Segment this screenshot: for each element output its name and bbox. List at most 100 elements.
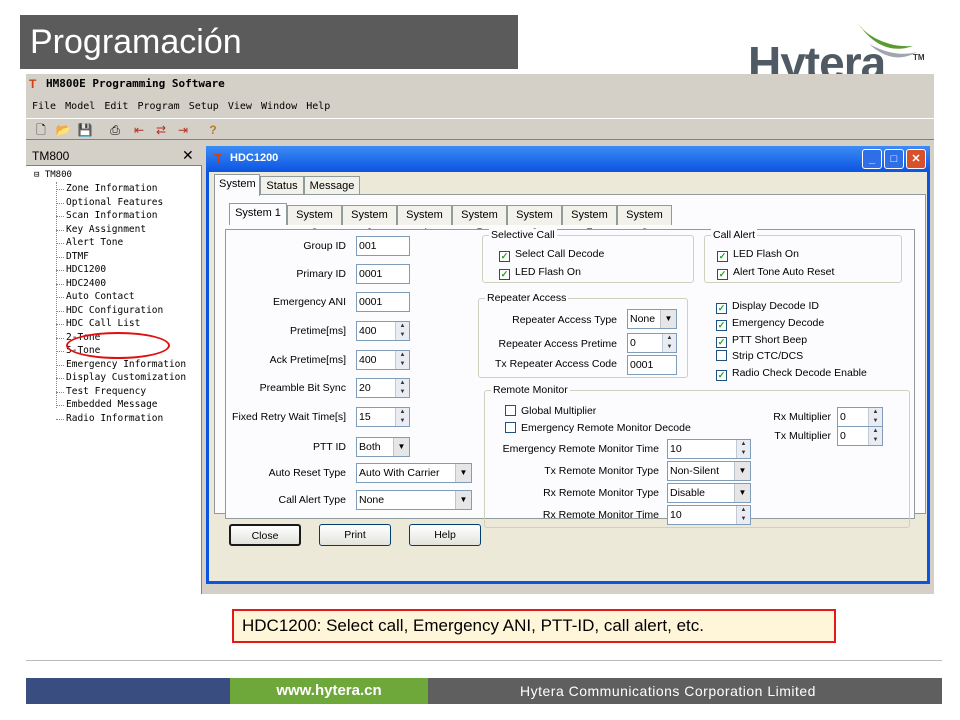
repeater-code-input[interactable]: 0001 xyxy=(627,355,677,375)
app-titlebar[interactable]: T HM800E Programming Software xyxy=(26,74,934,96)
tx-multiplier-stepper[interactable]: 0 ▲ ▼ xyxy=(837,426,883,446)
menu-edit[interactable]: Edit xyxy=(104,98,128,116)
spin-arrows-icon[interactable]: ▲ ▼ xyxy=(395,408,409,426)
menu-view[interactable]: View xyxy=(228,98,252,116)
emergency-ani-input[interactable]: 0001 xyxy=(356,292,410,312)
subtab-system-3[interactable]: System 3 xyxy=(342,205,397,239)
tree-item-dtmf[interactable]: DTMF xyxy=(66,250,89,263)
display-decode-id-checkbox[interactable]: ✓ Display Decode ID xyxy=(716,300,819,314)
write-icon[interactable]: ⇥ xyxy=(174,121,192,139)
tree-item-alert-tone[interactable]: Alert Tone xyxy=(66,236,123,249)
spin-arrows-icon[interactable]: ▲ ▼ xyxy=(868,427,882,445)
tree-item-embedded-message[interactable]: Embedded Message xyxy=(66,398,158,411)
subtab-system-8[interactable]: System 8 xyxy=(617,205,672,239)
print-icon[interactable]: ⎙ xyxy=(106,121,124,139)
tree-item-hdc1200[interactable]: HDC1200 xyxy=(66,263,106,276)
subtab-system-6[interactable]: System 6 xyxy=(507,205,562,239)
chevron-down-icon[interactable]: ▼ xyxy=(455,464,471,482)
chevron-down-icon[interactable]: ▼ xyxy=(734,462,750,480)
preamble-stepper[interactable]: 20 ▲ ▼ xyxy=(356,378,410,398)
tree-item-auto-contact[interactable]: Auto Contact xyxy=(66,290,135,303)
retry-wait-stepper[interactable]: 15 ▲ ▼ xyxy=(356,407,410,427)
tree-item-radio-information[interactable]: Radio Information xyxy=(66,412,163,425)
emergency-decode-checkbox[interactable]: ✓ Emergency Decode xyxy=(716,317,824,331)
save-icon[interactable]: 💾 xyxy=(76,121,94,139)
subtab-system-5[interactable]: System 5 xyxy=(452,205,507,239)
tree-item-hdc-call-list[interactable]: HDC Call List xyxy=(66,317,140,330)
ack-pretime-stepper[interactable]: 400 ▲ ▼ xyxy=(356,350,410,370)
alert-tone-reset-checkbox[interactable]: ✓ Alert Tone Auto Reset xyxy=(717,266,834,280)
spin-arrows-icon[interactable]: ▲ ▼ xyxy=(395,322,409,340)
emergency-monitor-decode-checkbox[interactable]: Emergency Remote Monitor Decode xyxy=(505,422,691,435)
rx-monitor-time-stepper[interactable]: 10 ▲ ▼ xyxy=(667,505,751,525)
group-id-input[interactable]: 001 xyxy=(356,236,410,256)
subtab-system-1[interactable]: System 1 xyxy=(229,203,287,225)
call-alert-type-select[interactable]: None ▼ xyxy=(356,490,472,510)
tree-root[interactable]: ⊟ TM800 xyxy=(34,170,72,180)
spin-arrows-icon[interactable]: ▲ ▼ xyxy=(395,379,409,397)
close-icon[interactable]: ✕ xyxy=(906,149,926,169)
tree-item-optional-features[interactable]: Optional Features xyxy=(66,196,163,209)
tree-item-hdc2400[interactable]: HDC2400 xyxy=(66,277,106,290)
tab-system[interactable]: System xyxy=(214,174,260,196)
spin-arrows-icon[interactable]: ▲ ▼ xyxy=(736,440,750,458)
help-button[interactable]: Help xyxy=(409,524,481,546)
spin-arrows-icon[interactable]: ▲ ▼ xyxy=(868,408,882,426)
tx-monitor-type-select[interactable]: Non-Silent ▼ xyxy=(667,461,751,481)
global-multiplier-checkbox[interactable]: Global Multiplier xyxy=(505,405,596,418)
chevron-down-icon[interactable]: ▼ xyxy=(393,438,409,456)
led-flash-checkbox[interactable]: ✓ LED Flash On xyxy=(499,266,581,280)
menu-file[interactable]: File xyxy=(32,98,56,116)
repeater-type-select[interactable]: None ▼ xyxy=(627,309,677,329)
rx-monitor-type-select[interactable]: Disable ▼ xyxy=(667,483,751,503)
dialog-titlebar[interactable]: T HDC1200 _ □ ✕ xyxy=(206,146,930,172)
tree-item-key-assignment[interactable]: Key Assignment xyxy=(66,223,146,236)
subtab-system-7[interactable]: System 7 xyxy=(562,205,617,239)
subtab-system-2[interactable]: System 2 xyxy=(287,205,342,239)
chevron-down-icon[interactable]: ▼ xyxy=(734,484,750,502)
spin-arrows-icon[interactable]: ▲ ▼ xyxy=(736,506,750,524)
read-icon[interactable]: ⇤ xyxy=(130,121,148,139)
spin-arrows-icon[interactable]: ▲ ▼ xyxy=(662,334,676,352)
ptt-id-select[interactable]: Both ▼ xyxy=(356,437,410,457)
tree-item-scan-information[interactable]: Scan Information xyxy=(66,209,158,222)
call-alert-led-checkbox[interactable]: ✓ LED Flash On xyxy=(717,248,799,262)
subtab-system-4[interactable]: System 4 xyxy=(397,205,452,239)
ptt-short-beep-checkbox[interactable]: ✓ PTT Short Beep xyxy=(716,334,807,348)
repeater-pretime-stepper[interactable]: 0 ▲ ▼ xyxy=(627,333,677,353)
menu-program[interactable]: Program xyxy=(137,98,179,116)
close-button[interactable]: Close xyxy=(229,524,301,546)
maximize-icon[interactable]: □ xyxy=(884,149,904,169)
select-call-decode-checkbox[interactable]: ✓ Select Call Decode xyxy=(499,248,604,262)
chevron-down-icon[interactable]: ▼ xyxy=(455,491,471,509)
primary-id-input[interactable]: 0001 xyxy=(356,264,410,284)
tree-item-display-customization[interactable]: Display Customization xyxy=(66,371,186,384)
menu-setup[interactable]: Setup xyxy=(189,98,219,116)
auto-reset-select[interactable]: Auto With Carrier ▼ xyxy=(356,463,472,483)
help-icon[interactable]: ? xyxy=(204,121,222,139)
clone-icon[interactable]: ⇄ xyxy=(152,121,170,139)
spin-arrows-icon[interactable]: ▲ ▼ xyxy=(395,351,409,369)
menu-window[interactable]: Window xyxy=(261,98,297,116)
print-button[interactable]: Print xyxy=(319,524,391,546)
chevron-down-icon[interactable]: ▼ xyxy=(660,310,676,328)
tree-close-icon[interactable]: ✕ xyxy=(182,147,194,164)
tree-item-emergency-information[interactable]: Emergency Information xyxy=(66,358,186,371)
open-icon[interactable]: 📂 xyxy=(54,121,72,139)
tree-item-hdc-configuration[interactable]: HDC Configuration xyxy=(66,304,163,317)
tree-item-zone-information[interactable]: Zone Information xyxy=(66,182,158,195)
minimize-icon[interactable]: _ xyxy=(862,149,882,169)
tree-item-test-frequency[interactable]: Test Frequency xyxy=(66,385,146,398)
pretime-stepper[interactable]: 400 ▲ ▼ xyxy=(356,321,410,341)
menu-model[interactable]: Model xyxy=(65,98,95,116)
tab-message[interactable]: Message xyxy=(304,176,360,196)
menu-help[interactable]: Help xyxy=(306,98,330,116)
new-icon[interactable]: 🗋 xyxy=(32,121,50,139)
rx-multiplier-stepper[interactable]: 0 ▲ ▼ xyxy=(837,407,883,427)
strip-ctc-checkbox[interactable]: Strip CTC/DCS xyxy=(716,350,803,363)
radio-check-checkbox[interactable]: ✓ Radio Check Decode Enable xyxy=(716,367,867,381)
emergency-monitor-time-stepper[interactable]: 10 ▲ ▼ xyxy=(667,439,751,459)
footer-url[interactable]: www.hytera.cn xyxy=(230,678,428,704)
pretime-value: 400 xyxy=(359,325,377,337)
tab-status[interactable]: Status xyxy=(260,176,304,196)
